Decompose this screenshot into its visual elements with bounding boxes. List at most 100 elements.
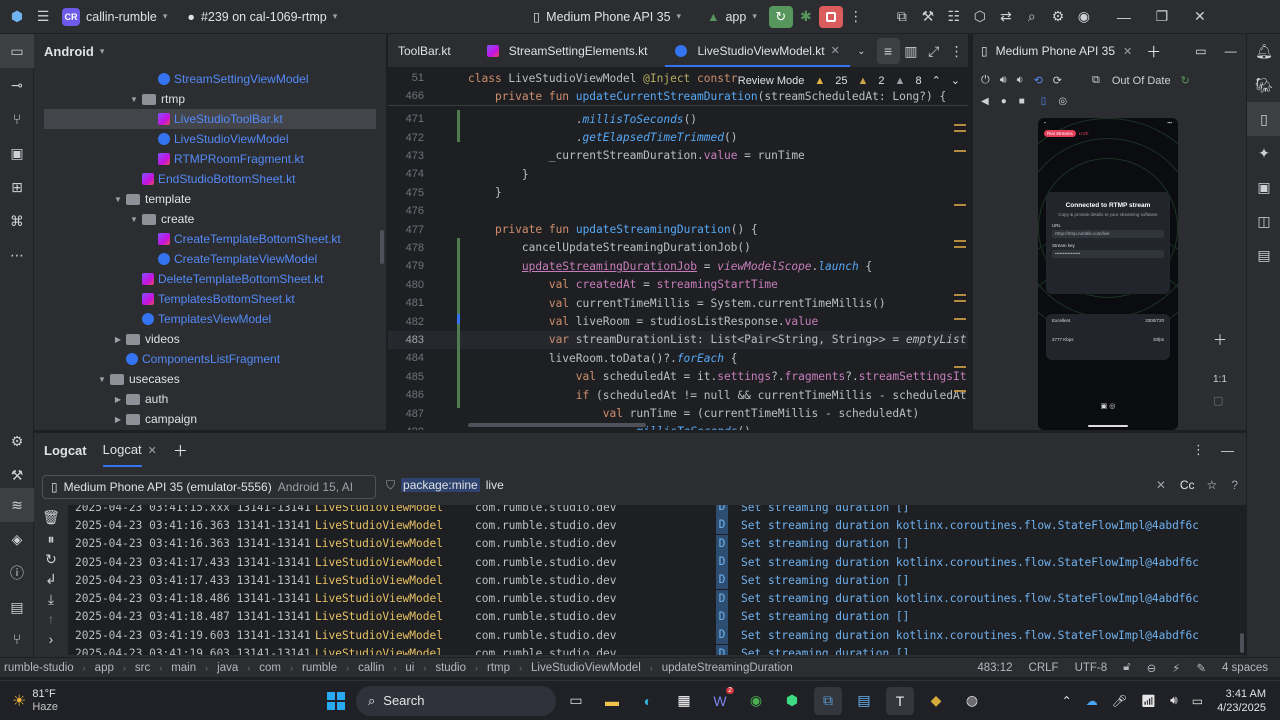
- device-panel-minimize-icon[interactable]: —: [1225, 44, 1237, 58]
- tree-item[interactable]: ▶ auth: [44, 389, 376, 409]
- code-line[interactable]: 480 val createdAt = streamingStartTime: [388, 276, 968, 294]
- power-save-icon[interactable]: ⚡︎: [1172, 661, 1180, 675]
- code-editor[interactable]: 51 class LiveStudioViewModel @Inject con…: [388, 68, 968, 430]
- prev-highlight-icon[interactable]: ⌃: [932, 74, 941, 87]
- code-line[interactable]: 481 val currentTimeMillis = System.curre…: [388, 294, 968, 312]
- more-actions-icon[interactable]: ⋮: [843, 4, 869, 30]
- log-row[interactable]: 2025-04-23 03:41:19.603 13141-13141 LiveS…: [34, 644, 1234, 655]
- window-close-icon[interactable]: ✕: [1187, 4, 1213, 30]
- logcat-output[interactable]: 2025-04-23 03:41:15.xxx 13141-13141 LiveS…: [34, 505, 1246, 655]
- memory-icon[interactable]: ⊖: [1147, 661, 1157, 675]
- restart-logcat-icon[interactable]: ↻: [34, 549, 68, 569]
- new-logcat-tab-icon[interactable]: ＋: [173, 440, 188, 461]
- device-manager-side-icon[interactable]: ▣: [1247, 170, 1280, 204]
- zoom-fit-icon[interactable]: ▢: [1213, 394, 1223, 407]
- rotate-left-icon[interactable]: ⟲: [1034, 74, 1043, 87]
- stop-button[interactable]: [818, 5, 843, 28]
- tree-item[interactable]: DeleteTemplateBottomSheet.kt: [44, 269, 376, 289]
- breadcrumb-item[interactable]: rtmp: [487, 662, 510, 674]
- code-line[interactable]: 487 val runTime = (currentTimeMillis - s…: [388, 404, 968, 422]
- zoom-actual-label[interactable]: 1:1: [1213, 374, 1227, 385]
- log-row[interactable]: 2025-04-23 03:41:16.363 13141-13141 LiveS…: [34, 534, 1234, 553]
- structure-icon[interactable]: ⊞: [0, 170, 34, 204]
- tree-item[interactable]: ▼ template: [44, 189, 376, 209]
- breadcrumb-item[interactable]: rumble: [302, 662, 337, 674]
- window-maximize-icon[interactable]: ❐: [1149, 4, 1175, 30]
- build-icon[interactable]: ⚒: [0, 458, 34, 492]
- scroll-to-end-icon[interactable]: ⤓: [34, 589, 68, 609]
- expand-icon[interactable]: ›: [34, 629, 68, 649]
- caret-position[interactable]: 483:12: [977, 662, 1012, 674]
- search-everywhere-icon[interactable]: ⌕: [1019, 4, 1045, 30]
- tree-item[interactable]: TemplatesBottomSheet.kt: [44, 289, 376, 309]
- breadcrumb-item[interactable]: studio: [435, 662, 466, 674]
- tree-item[interactable]: ▼ usecases: [44, 369, 376, 389]
- code-line[interactable]: 479 updateStreamingDurationJob = viewMod…: [388, 257, 968, 275]
- close-device-tab-icon[interactable]: ✕: [1123, 45, 1132, 58]
- code-line[interactable]: 474 }: [388, 165, 968, 183]
- chevron-down-icon[interactable]: ▼: [126, 215, 142, 224]
- url-field[interactable]: rtmp://rtmp.rumble.com/live: [1052, 230, 1164, 238]
- logcat-options-icon[interactable]: ⋮: [1192, 442, 1205, 458]
- window-minimize-icon[interactable]: —: [1111, 4, 1137, 30]
- store-icon[interactable]: ▦: [670, 687, 698, 715]
- project-tool-icon[interactable]: ▭: [0, 34, 34, 68]
- code-line[interactable]: 484 liveRoom.toData()?.forEach {: [388, 349, 968, 367]
- vcs-change-marker[interactable]: [457, 110, 460, 142]
- log-row[interactable]: 2025-04-23 03:41:17.433 13141-13141 LiveS…: [34, 571, 1234, 590]
- notepad-icon[interactable]: ▤: [850, 687, 878, 715]
- teams-app-icon[interactable]: ⧉: [814, 686, 842, 715]
- log-scrollbar[interactable]: [1240, 633, 1244, 653]
- device-options-icon[interactable]: ▭: [1195, 44, 1206, 58]
- code-view-icon[interactable]: ≡: [876, 38, 900, 64]
- close-logcat-tab-icon[interactable]: ✕: [148, 444, 157, 457]
- log-row[interactable]: 2025-04-23 03:41:16.363 13141-13141 LiveS…: [34, 516, 1234, 535]
- app-inspection-icon[interactable]: ⚒: [915, 4, 941, 30]
- vcs-branch-selector[interactable]: ● #239 on cal-1069-rtmp ▾: [181, 4, 343, 30]
- chevron-down-icon[interactable]: ▼: [94, 375, 110, 384]
- project-scrollbar[interactable]: [380, 230, 384, 264]
- logcat-tool-icon[interactable]: ≋: [0, 488, 34, 522]
- code-line[interactable]: 483 var streamDurationList: List<Pair<St…: [388, 330, 968, 350]
- problems-icon[interactable]: ⓘ: [0, 556, 34, 590]
- line-separator[interactable]: CRLF: [1029, 662, 1059, 674]
- match-case-toggle[interactable]: Cc: [1180, 478, 1195, 492]
- inspection-icon[interactable]: ✎: [1196, 661, 1206, 675]
- logcat-device-selector[interactable]: ▯ Medium Phone API 35 (emulator-5556) An…: [42, 475, 376, 499]
- soft-wrap-icon[interactable]: ↲: [34, 569, 68, 589]
- commit-tool-icon[interactable]: ⊸: [0, 68, 34, 102]
- editor-inspection-widget[interactable]: Review Mode ▲ 25 ▲ 2 ▲ 8 ⌃ ⌄: [737, 74, 960, 87]
- tree-item[interactable]: StreamSettingViewModel: [44, 69, 376, 89]
- editor-h-scrollbar[interactable]: [468, 423, 646, 427]
- overview-icon[interactable]: ■: [1019, 96, 1025, 107]
- more-tools-icon[interactable]: ⋯: [0, 238, 34, 272]
- code-line[interactable]: 473 _currentStreamDuration.value = runTi…: [388, 147, 968, 165]
- project-selector[interactable]: CR callin-rumble ▾: [56, 4, 173, 30]
- stream-key-field[interactable]: ••••••••••••••••: [1052, 250, 1164, 258]
- run-config-selector[interactable]: ▲ app ▾: [701, 4, 763, 30]
- log-row[interactable]: 2025-04-23 03:41:19.603 13141-13141 LiveS…: [34, 626, 1234, 645]
- weather-widget[interactable]: ☀ 81°F Haze: [12, 688, 212, 714]
- notifications-icon[interactable]: 🔔︎: [1247, 34, 1280, 68]
- readonly-lock-icon[interactable]: 🔓︎: [1123, 661, 1130, 674]
- tray-chevron-icon[interactable]: ⌃: [1062, 694, 1072, 708]
- chevron-right-icon[interactable]: ▶: [110, 395, 126, 404]
- code-line[interactable]: 482 val liveRoom = studiosListResponse.v…: [388, 312, 968, 330]
- breadcrumb-item[interactable]: updateStreamingDuration: [662, 662, 793, 674]
- code-line[interactable]: 472 .getElapsedTimeTrimmed(): [388, 128, 968, 146]
- vscode-icon[interactable]: ◆: [922, 687, 950, 715]
- code-line[interactable]: 475 }: [388, 184, 968, 202]
- running-devices-icon[interactable]: ▯: [1247, 102, 1280, 136]
- tree-item[interactable]: CreateTemplateViewModel: [44, 249, 376, 269]
- file-encoding[interactable]: UTF-8: [1075, 662, 1108, 674]
- terminal-taskbar-icon[interactable]: T: [886, 686, 914, 715]
- code-line[interactable]: 471 .millisToSeconds(): [388, 110, 968, 128]
- clear-logcat-icon[interactable]: 🗑︎: [34, 505, 68, 529]
- volume-up-icon[interactable]: 🔊︎: [1000, 74, 1007, 87]
- tree-item[interactable]: ▶ videos: [44, 329, 376, 349]
- resource-manager-icon[interactable]: ▣: [0, 136, 34, 170]
- home-icon[interactable]: ●: [1001, 96, 1007, 107]
- layout-inspector-icon[interactable]: ☷: [941, 4, 967, 30]
- code-line[interactable]: 477 private fun updateStreamingDuration(…: [388, 220, 968, 238]
- breadcrumb-item[interactable]: rumble-studio: [4, 662, 74, 674]
